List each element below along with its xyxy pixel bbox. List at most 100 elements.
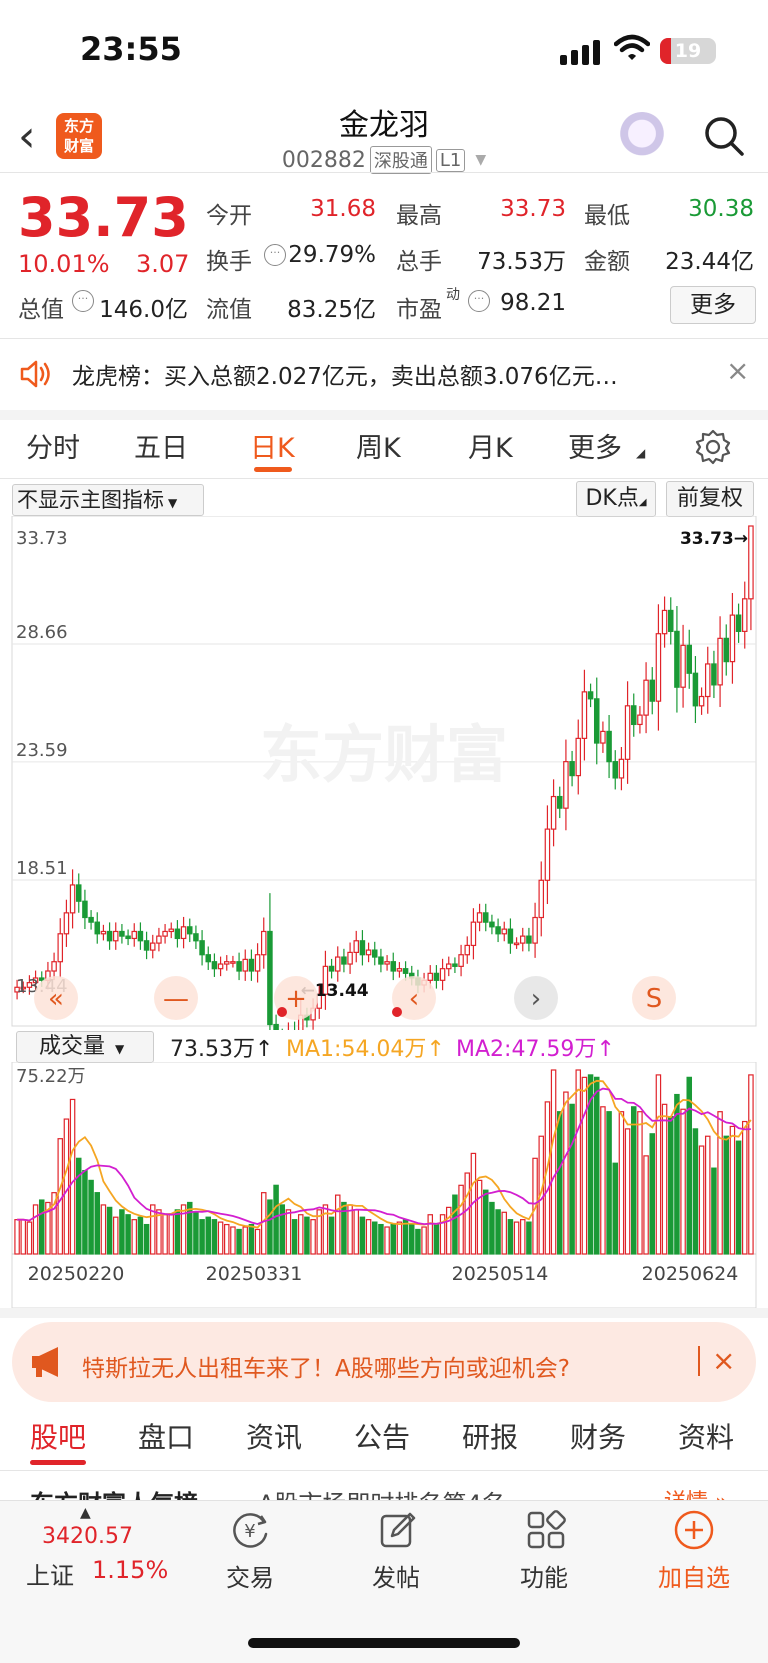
candle-body: [698, 695, 705, 707]
volume-bar: [20, 1219, 27, 1255]
volume-bar: [328, 1216, 335, 1255]
tab-more[interactable]: 更多: [568, 426, 622, 465]
tab-research[interactable]: 研报: [462, 1416, 518, 1456]
tab-profile[interactable]: 资料: [678, 1416, 734, 1456]
functions-icon[interactable]: [524, 1508, 568, 1552]
reset-button[interactable]: S: [632, 976, 676, 1020]
volume-bar: [125, 1214, 131, 1255]
ma1-readout: MA1:54.04万↑: [286, 1037, 445, 1062]
add-watchlist-label[interactable]: 加自选: [658, 1558, 730, 1593]
separator: [698, 1346, 700, 1376]
volume-bar: [674, 1093, 680, 1255]
candle-body: [624, 705, 631, 760]
info-icon[interactable]: ···: [264, 244, 286, 266]
close-icon[interactable]: ×: [712, 1344, 735, 1377]
candle-body: [686, 644, 693, 674]
tab-finance[interactable]: 财务: [570, 1416, 626, 1456]
megaphone-icon: [32, 1347, 58, 1377]
index-value[interactable]: 3420.57: [42, 1524, 133, 1549]
volume-bar: [371, 1221, 378, 1255]
turnover-value: 29.79%: [288, 242, 376, 268]
volume-bar: [378, 1223, 384, 1255]
scroll-left-button[interactable]: «: [34, 976, 78, 1020]
candle-body: [433, 972, 440, 981]
tab-five-day[interactable]: 五日: [134, 426, 188, 465]
sub-indicator-select[interactable]: 成交量 ▼: [16, 1031, 154, 1063]
float-cap-value: 83.25亿: [287, 297, 376, 323]
tab-monthly-k[interactable]: 月K: [468, 426, 513, 465]
tab-news[interactable]: 资讯: [246, 1416, 302, 1456]
candle-body: [569, 761, 575, 777]
volume-bar: [729, 1125, 736, 1255]
open-value: 31.68: [310, 196, 376, 222]
volume-bar: [433, 1223, 440, 1255]
candle-body: [106, 930, 113, 942]
volume-bar: [119, 1209, 125, 1255]
gear-icon[interactable]: [694, 428, 732, 466]
candle-body: [643, 679, 649, 716]
main-indicator-select[interactable]: 不显示主图指标 ▼: [12, 484, 204, 516]
volume-bar: [735, 1140, 742, 1255]
candle-body: [119, 930, 125, 937]
tab-guba[interactable]: 股吧: [30, 1416, 86, 1456]
tab-announcements[interactable]: 公告: [354, 1416, 410, 1456]
adjust-button[interactable]: 前复权: [666, 481, 754, 517]
trade-icon[interactable]: ¥: [228, 1508, 272, 1552]
volume-bar: [211, 1219, 218, 1255]
chevron-down-icon: ▼: [475, 152, 487, 168]
candle-body: [347, 951, 353, 965]
volume-max-label: 75.22万: [16, 1066, 86, 1087]
volume-bar: [489, 1201, 495, 1255]
ad-text: 特斯拉无人出租车来了！A股哪些方向或迎机会?: [82, 1356, 570, 1382]
candle-body: [211, 961, 218, 970]
volume-bar: [365, 1219, 372, 1255]
volume-bar: [698, 1145, 705, 1255]
speaker-icon: [20, 360, 50, 388]
x-axis-label: 20250220: [28, 1263, 125, 1285]
candle-body: [637, 714, 643, 726]
tab-weekly-k[interactable]: 周K: [356, 426, 401, 465]
volume-bar: [254, 1228, 261, 1255]
index-percent[interactable]: 1.15%: [92, 1556, 168, 1584]
volume-bar: [649, 1133, 656, 1255]
zoom-out-button[interactable]: —: [154, 976, 198, 1020]
caret-icon: ◢: [636, 446, 646, 460]
add-watchlist-icon[interactable]: [672, 1508, 716, 1552]
volume-bar: [390, 1223, 397, 1255]
dk-point-button[interactable]: DK点◢: [576, 481, 656, 517]
volume-bar: [686, 1076, 693, 1255]
ma2-readout: MA2:47.59万↑: [456, 1037, 615, 1062]
home-indicator[interactable]: [248, 1638, 520, 1648]
search-icon[interactable]: [704, 116, 744, 156]
tab-pankou[interactable]: 盘口: [138, 1416, 194, 1456]
candle-body: [273, 1023, 279, 1030]
volume-bar: [452, 1194, 458, 1255]
candlestick-chart[interactable]: 东方财富 33.7328.6623.5918.5113.44 33.73→←13…: [0, 516, 768, 1030]
active-tab-indicator: [30, 1460, 86, 1465]
tab-timeshare[interactable]: 分时: [26, 426, 80, 465]
functions-label[interactable]: 功能: [520, 1558, 568, 1593]
ai-robot-icon[interactable]: [618, 112, 666, 160]
volume-bar: [75, 1157, 82, 1255]
post-label[interactable]: 发帖: [372, 1558, 420, 1593]
market-cap-value: 146.0亿: [99, 297, 188, 323]
candle-body: [649, 679, 656, 702]
info-icon[interactable]: ···: [72, 290, 94, 312]
banner-text: 龙虎榜：买入总额2.027亿元，卖出总额3.076亿元…: [72, 364, 618, 390]
candle-body: [550, 795, 557, 830]
volume-bar: [14, 1219, 20, 1255]
close-icon[interactable]: ×: [726, 354, 749, 387]
step-right-button[interactable]: ›: [514, 976, 558, 1020]
volume-bar: [82, 1169, 88, 1255]
more-button[interactable]: 更多: [670, 286, 756, 324]
post-icon[interactable]: [376, 1508, 420, 1552]
tab-daily-k[interactable]: 日K: [250, 426, 295, 465]
volume-bar: [600, 1106, 606, 1255]
volume-bar: [94, 1192, 101, 1255]
trade-label[interactable]: 交易: [226, 1558, 274, 1593]
index-name[interactable]: 上证: [26, 1556, 74, 1591]
volume-chart[interactable]: 75.22万 20250220 20250331 20250514 20250624: [0, 1062, 768, 1308]
info-icon[interactable]: ···: [468, 290, 490, 312]
volume-bar: [723, 1135, 730, 1255]
popularity-teaser[interactable]: 东方财富人气榜 A股市场即时排名第4名 详情 »: [0, 1478, 768, 1500]
